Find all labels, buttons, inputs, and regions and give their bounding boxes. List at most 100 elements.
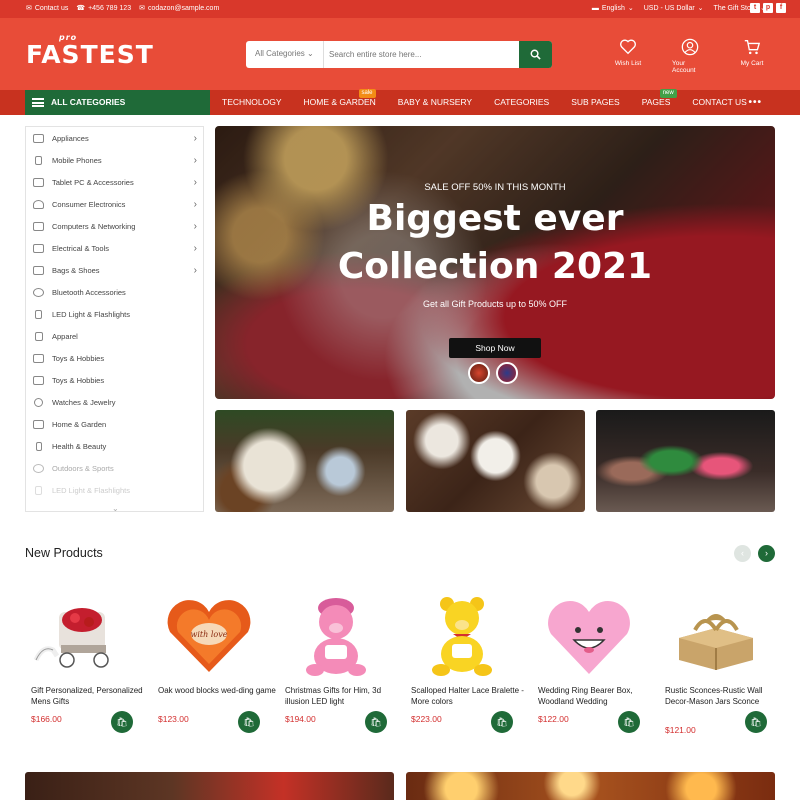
product-card[interactable]: Christmas Gifts for Him, 3d illusion LED… [279,580,399,740]
nav-link-pages[interactable]: PAGES new [642,89,677,115]
phone-icon: ☎ [76,5,86,12]
carousel-prev-button[interactable]: ‹ [734,545,751,562]
carousel-next-button[interactable]: › [758,545,775,562]
product-price: $166.00 [31,714,62,724]
sidebar-item-label: Tablet PC & Accessories [52,178,134,187]
sidebar-item-bags-shoes[interactable]: Bags & Shoes › [26,260,203,282]
sidebar-item-toys-hobbies-2[interactable]: Toys & Hobbies [26,370,203,392]
sidebar-item-bluetooth[interactable]: Bluetooth Accessories [26,282,203,304]
sidebar-item-label: Toys & Hobbies [52,376,105,385]
add-to-cart-button[interactable]: 🛍 [618,711,640,733]
product-card[interactable]: Gift Personalized, Personalized Mens Gif… [25,580,145,740]
hero-title-line1: Biggest ever [366,198,624,239]
sidebar-item-label: Bluetooth Accessories [52,288,126,297]
ball-icon [33,464,44,473]
promo-banner-gifts[interactable] [215,410,394,512]
product-name[interactable]: Gift Personalized, Personalized Mens Gif… [31,686,149,707]
sidebar-item-label: Outdoors & Sports [52,464,114,473]
search-category-select[interactable]: All Categories ⌄ [246,41,324,68]
bottom-banner-right[interactable] [406,772,775,800]
search-button[interactable] [519,41,552,68]
sidebar-item-electrical-tools[interactable]: Electrical & Tools › [26,238,203,260]
facebook-icon[interactable]: f [776,3,786,13]
sidebar-item-toys-hobbies[interactable]: Toys & Hobbies [26,348,203,370]
sidebar-item-led-light-2[interactable]: LED Light & Flashlights [26,480,203,502]
product-name[interactable]: Christmas Gifts for Him, 3d illusion LED… [285,686,403,707]
product-name[interactable]: Scalloped Halter Lace Bralette - More co… [411,686,529,707]
contact-link[interactable]: ✉ Contact us [26,4,68,13]
shop-now-button[interactable]: Shop Now [449,338,541,358]
product-name[interactable]: Oak wood blocks wed-ding game [158,686,276,697]
wishlist-button[interactable]: Wish List [610,38,646,74]
promo-banner-gift-box[interactable] [406,410,585,512]
language-select[interactable]: ▬ English ⌄ [592,4,634,13]
nav-link-baby-nursery[interactable]: BABY & NURSERY [398,90,472,115]
product-price: $194.00 [285,714,316,724]
nav-link-contact-us[interactable]: CONTACT US [692,90,746,115]
sidebar-item-appliances[interactable]: Appliances › [26,128,203,150]
product-card[interactable]: Wedding Ring Bearer Box, Woodland Weddin… [532,580,652,740]
product-image-carriage[interactable] [31,590,133,680]
slide-thumbnail-2[interactable] [496,362,518,384]
logo-badge: pro [59,33,78,42]
sidebar-item-computers[interactable]: Computers & Networking › [26,216,203,238]
tools-icon [33,244,44,253]
all-categories-label: ALL CATEGORIES [51,97,126,107]
sidebar-item-tablet-pc[interactable]: Tablet PC & Accessories › [26,172,203,194]
product-image-yellow-bear[interactable] [411,590,513,680]
cart-button[interactable]: My Cart [734,38,770,74]
mail-icon: ✉ [26,5,32,12]
nav-link-sub-pages[interactable]: SUB PAGES [571,90,620,115]
sidebar-item-consumer-electronics[interactable]: Consumer Electronics › [26,194,203,216]
bag-icon: 🛍 [623,717,635,727]
product-card[interactable]: with love Oak wood blocks wed-ding game … [152,580,276,740]
logo[interactable]: FASTEST pro [26,33,154,69]
pinterest-icon[interactable]: p [763,3,773,13]
sidebar-item-outdoors-sports[interactable]: Outdoors & Sports [26,458,203,480]
nav-link-categories[interactable]: CATEGORIES [494,90,549,115]
product-price: $223.00 [411,714,442,724]
sidebar-item-label: Bags & Shoes [52,266,100,275]
nav-link-home-garden[interactable]: HOME & GARDEN sale [304,89,376,115]
sidebar-item-led-light[interactable]: LED Light & Flashlights [26,304,203,326]
chevron-down-icon[interactable]: ⌄ [112,504,119,513]
flashlight-icon [35,310,42,319]
product-image-heart-pillow[interactable]: with love [158,590,260,680]
sidebar-item-apparel[interactable]: Apparel [26,326,203,348]
header: FASTEST pro All Categories ⌄ Wish List Y… [0,18,800,90]
product-image-pink-bear[interactable] [285,590,387,680]
add-to-cart-button[interactable]: 🛍 [111,711,133,733]
add-to-cart-button[interactable]: 🛍 [745,711,767,733]
slide-thumbnail-1[interactable] [468,362,490,384]
nav-link-technology[interactable]: TECHNOLOGY [222,90,282,115]
add-to-cart-button[interactable]: 🛍 [238,711,260,733]
watch-icon [34,398,43,407]
bottom-banner-left[interactable] [25,772,394,800]
currency-select[interactable]: USD - US Dollar ⌄ [644,4,704,13]
search-input[interactable] [326,41,516,68]
sidebar-item-label: Toys & Hobbies [52,354,105,363]
product-image-gift-box[interactable] [665,590,767,680]
svg-text:with love: with love [191,630,228,639]
sidebar-item-label: Home & Garden [52,420,107,429]
sidebar-item-health-beauty[interactable]: Health & Beauty [26,436,203,458]
product-name[interactable]: Wedding Ring Bearer Box, Woodland Weddin… [538,686,656,707]
add-to-cart-button[interactable]: 🛍 [365,711,387,733]
promo-banner-cupcakes[interactable] [596,410,775,512]
sidebar-item-home-garden[interactable]: Home & Garden [26,414,203,436]
phone-link[interactable]: ☎ +456 789 123 [76,4,131,13]
product-image-smiley-heart[interactable] [538,590,640,680]
add-to-cart-button[interactable]: 🛍 [491,711,513,733]
more-menu-icon[interactable]: ••• [748,97,762,108]
sidebar-item-mobile-phones[interactable]: Mobile Phones › [26,150,203,172]
twitter-icon[interactable]: t [750,3,760,13]
all-categories-button[interactable]: ALL CATEGORIES [25,90,210,115]
product-card[interactable]: Scalloped Halter Lace Bralette - More co… [405,580,525,740]
product-card[interactable]: Rustic Sconces-Rustic Wall Decor-Mason J… [659,580,779,740]
hero-subtitle: Get all Gift Products up to 50% OFF [422,299,568,309]
email-link[interactable]: ✉ codazon@sample.com [139,4,219,13]
product-name[interactable]: Rustic Sconces-Rustic Wall Decor-Mason J… [665,686,783,707]
slider-thumbnails [468,362,518,384]
account-button[interactable]: Your Account [672,38,708,74]
sidebar-item-watches-jewelry[interactable]: Watches & Jewelry [26,392,203,414]
